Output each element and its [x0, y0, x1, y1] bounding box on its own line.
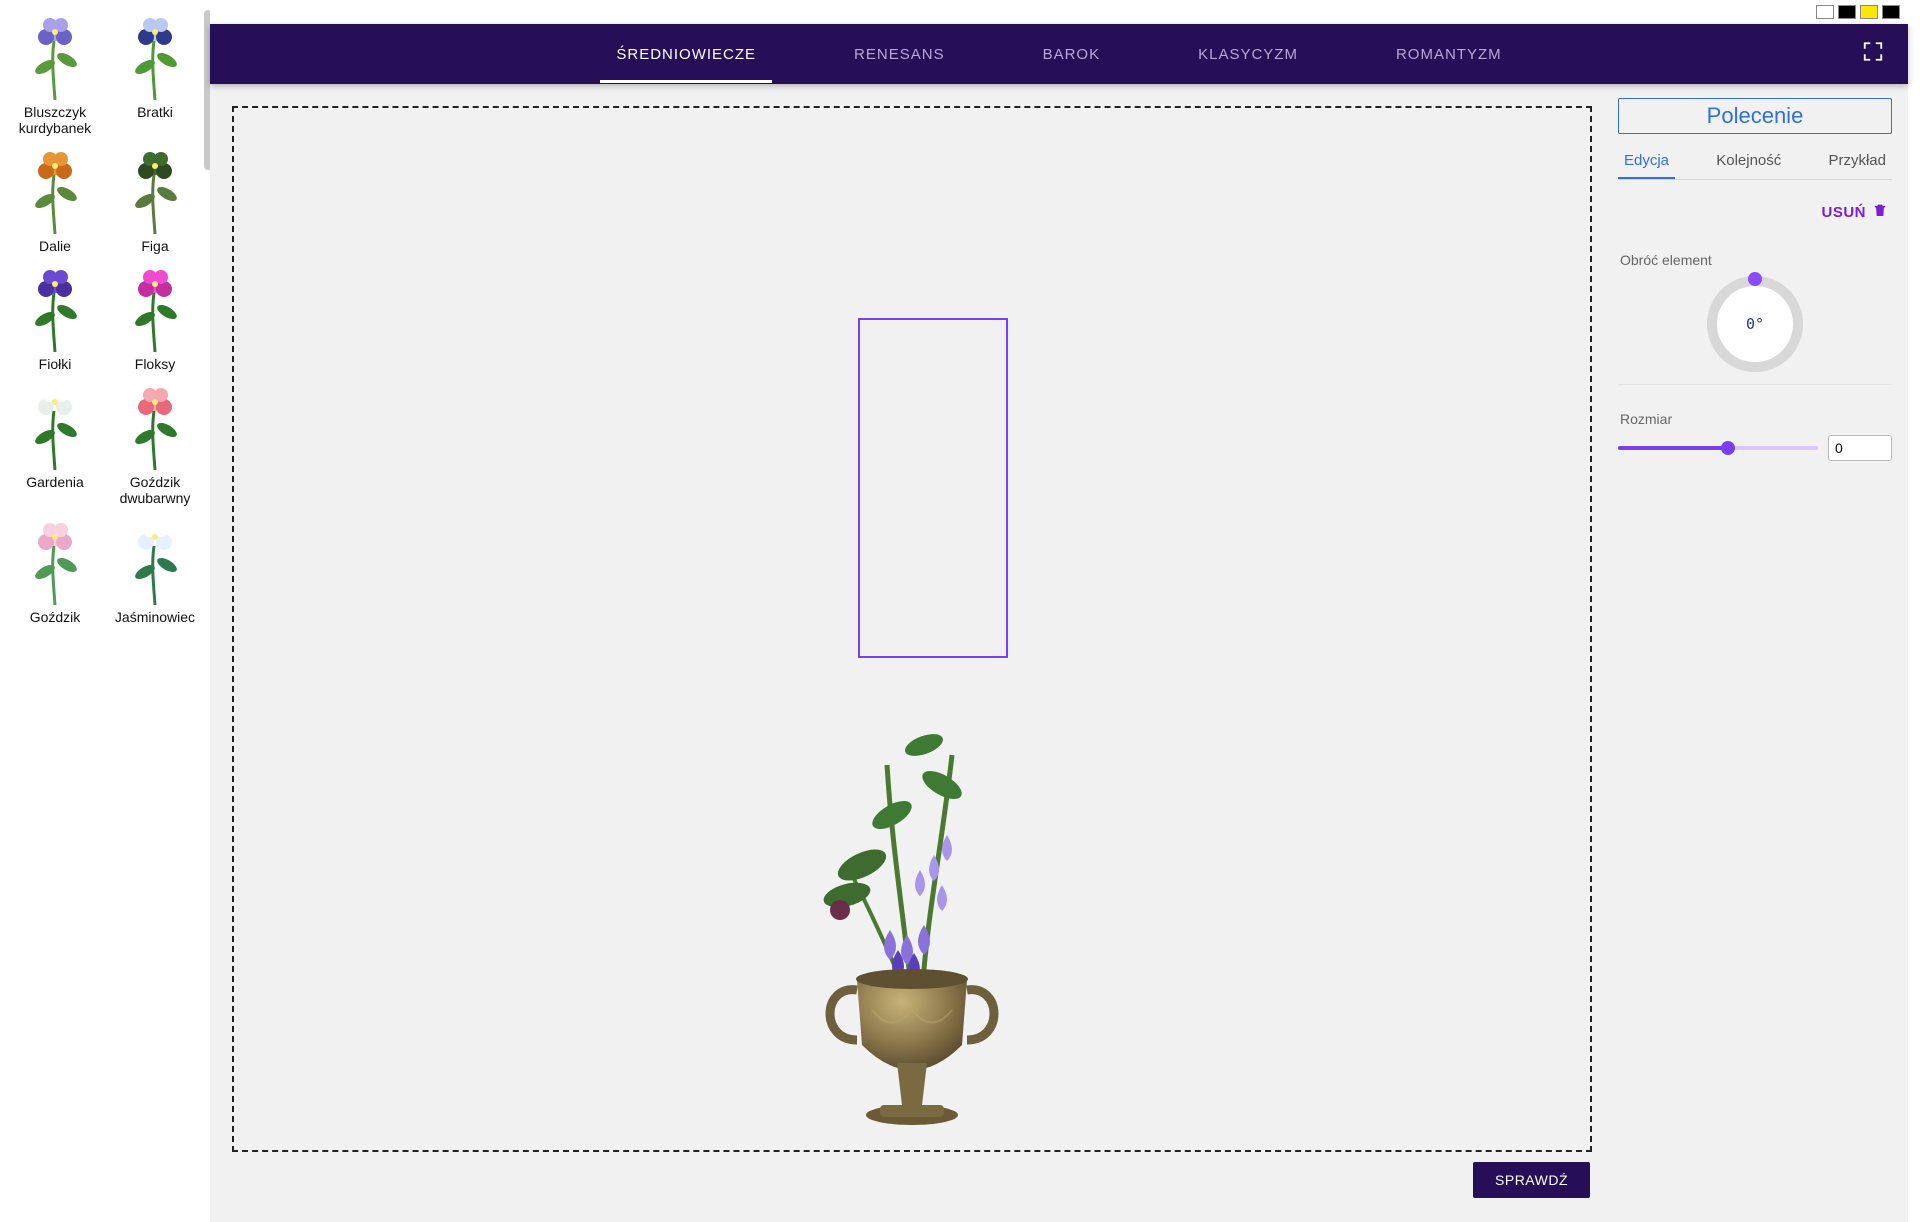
flower-item-floksy[interactable]: Floksy — [108, 262, 202, 374]
era-tab-romantyzm[interactable]: ROMANTYZM — [1392, 46, 1506, 63]
flower-thumb — [115, 517, 195, 607]
era-tab-barok[interactable]: BAROK — [1039, 46, 1105, 63]
rotator[interactable]: 0° — [1618, 276, 1892, 385]
flower-label: Gardenia — [26, 474, 84, 490]
side-panel: Polecenie Edycja Kolejność Przykład USUŃ O… — [1618, 94, 1898, 1212]
canvas-wrap: SPRAWDŹ — [220, 94, 1604, 1212]
flower-item-bratki[interactable]: Bratki — [108, 10, 202, 138]
flower-thumb — [115, 12, 195, 102]
flower-item-gozdzik2[interactable]: Goździk dwubarwny — [108, 380, 202, 508]
flower-label: Goździk — [30, 609, 81, 625]
flower-thumb — [115, 146, 195, 236]
rotate-label: Obróć element — [1620, 252, 1892, 268]
swatch-white[interactable] — [1816, 5, 1834, 19]
size-label: Rozmiar — [1620, 411, 1892, 427]
flower-thumb — [15, 264, 95, 354]
subtab-przykład[interactable]: Przykład — [1822, 146, 1892, 179]
size-slider[interactable] — [1618, 446, 1818, 450]
subtab-kolejność[interactable]: Kolejność — [1710, 146, 1787, 179]
check-button[interactable]: SPRAWDŹ — [1473, 1162, 1590, 1198]
flower-item-dalie[interactable]: Dalie — [8, 144, 102, 256]
flower-label: Jaśminowiec — [115, 609, 195, 625]
size-slider-knob[interactable] — [1721, 441, 1735, 455]
top-strip — [210, 0, 1908, 24]
flower-thumb — [15, 12, 95, 102]
era-tab-średniowiecze[interactable]: ŚREDNIOWIECZE — [612, 46, 760, 63]
flower-thumb — [15, 382, 95, 472]
size-input[interactable] — [1828, 435, 1892, 461]
flower-thumb — [15, 146, 95, 236]
flower-label: Bratki — [137, 104, 173, 120]
flower-label: Bluszczyk kurdybanek — [10, 104, 100, 136]
flower-palette: Bluszczyk kurdybanek Bratki Dalie — [0, 0, 210, 1222]
swatch-black2[interactable] — [1882, 5, 1900, 19]
trash-icon — [1872, 202, 1888, 222]
delete-label: USUŃ — [1821, 204, 1866, 221]
flower-item-gardenia[interactable]: Gardenia — [8, 380, 102, 508]
swatch-yellow[interactable] — [1860, 5, 1878, 19]
flower-label: Figa — [141, 238, 168, 254]
main-area: ŚREDNIOWIECZE RENESANS BAROK KLASYCYZM ROMAN… — [210, 0, 1920, 1222]
flower-thumb — [115, 382, 195, 472]
era-tab-klasycyzm[interactable]: KLASYCYZM — [1194, 46, 1302, 63]
flower-item-fiolki[interactable]: Fiołki — [8, 262, 102, 374]
swatch-black[interactable] — [1838, 5, 1856, 19]
era-bar: ŚREDNIOWIECZE RENESANS BAROK KLASYCYZM ROMAN… — [210, 24, 1908, 84]
flower-item-jasminowiec[interactable]: Jaśminowiec — [108, 515, 202, 627]
selection-box[interactable] — [858, 318, 1008, 658]
flower-thumb — [15, 517, 95, 607]
flower-label: Fiołki — [39, 356, 72, 372]
flower-item-gozdzik[interactable]: Goździk — [8, 515, 102, 627]
flower-label: Dalie — [39, 238, 71, 254]
flower-item-bluszczyk[interactable]: Bluszczyk kurdybanek — [8, 10, 102, 138]
instruction-button[interactable]: Polecenie — [1618, 98, 1892, 134]
delete-button[interactable]: USUŃ — [1618, 180, 1892, 226]
rotator-value: 0° — [1746, 315, 1764, 333]
fullscreen-icon[interactable] — [1862, 41, 1884, 68]
rotator-knob[interactable] — [1748, 272, 1762, 286]
subtab-edycja[interactable]: Edycja — [1618, 146, 1675, 179]
flower-label: Goździk dwubarwny — [110, 474, 200, 506]
canvas-vase[interactable] — [802, 945, 1022, 1150]
canvas-area[interactable] — [232, 106, 1592, 1152]
flower-thumb — [115, 264, 195, 354]
flower-label: Floksy — [135, 356, 175, 372]
flower-item-figa[interactable]: Figa — [108, 144, 202, 256]
era-tab-renesans[interactable]: RENESANS — [850, 46, 949, 63]
